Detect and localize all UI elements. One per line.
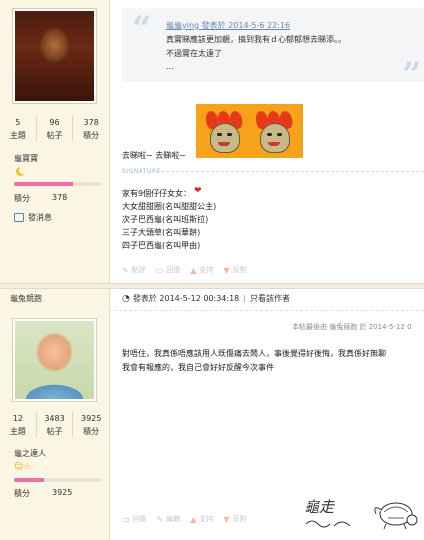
post1-user-stats: 5 主題 96 帖子 378 積分 [0,116,109,142]
view-author-only-link[interactable]: 只看該作者 [250,293,290,304]
post1-avatar[interactable] [12,8,97,104]
support-button[interactable]: ▲ 支持 [190,265,213,275]
post1-points: 積分 378 [14,193,68,203]
signature-line: 三子大頭草(名叫華餅) [122,228,201,237]
quote-line: 真實睇應該更加靚，搞到我有ｄ心郁郁想去睇添。。 [166,35,346,44]
open-quote-icon: “ [132,9,152,49]
post2-body-line: 我會有報應的，我自己會好好反醒今次事件 [122,363,274,372]
smiley-star-rank-icon: ☺☆ [14,462,32,472]
message-icon [14,213,24,222]
rate-icon: ✎ [122,265,129,275]
stat-points[interactable]: 378 積分 [72,116,109,142]
post1-username[interactable]: 龜寶寶 [14,153,38,164]
edited-note: 本帖最後由 龜兔競跑 於 2014-5-12 0 [292,323,412,331]
stat-topics[interactable]: 5 主題 [0,116,36,142]
post-time: 發表於 2014-5-12 00:34:18 [132,294,240,303]
signature-divider [156,171,424,172]
oppose-button[interactable]: ▼ 反對 [223,265,246,275]
post1-level-bar [14,182,101,186]
stat-topics[interactable]: 12 主題 [0,412,36,438]
post1-user-column: 5 主題 96 帖子 378 積分 龜寶寶 積分 378 發消息 [0,0,110,283]
signature-line: 大女甜甜圈(名叫甜甜公主) [122,202,217,211]
stat-points[interactable]: 3925 積分 [72,412,109,438]
clock-icon: ◔ [122,293,130,304]
thumbs-up-icon: ▲ [190,265,197,275]
post1-body-text: 去睇啦~ 去睇啦~ [122,151,186,160]
post2-user-column: 龜兔競跑 12 主題 3483 帖子 3925 積分 龜之達人 ☺☆ 積分 3925 [0,289,110,540]
svg-text:龜走: 龜走 [304,498,335,516]
stat-posts[interactable]: 3483 帖子 [35,412,73,438]
support-button[interactable]: ▲ 支持 [190,514,213,524]
oppose-button[interactable]: ▼ 反對 [223,514,246,524]
rate-button[interactable]: ✎ 點評 [122,265,146,275]
stat-posts[interactable]: 96 帖子 [35,116,73,142]
post2-username-top[interactable]: 龜兔競跑 [10,293,42,304]
post2-user-title: 龜之達人 [14,449,46,458]
quote-line: 不過實在太遠了 [166,49,222,58]
reply-icon: ▭ [122,514,130,524]
signature-line: 次子巴西龜(名叫班斯拉) [122,215,209,224]
reply-icon: ▭ [155,265,164,275]
post2-level-bar [14,478,101,482]
turtle-signature-drawing: 龜走 [304,498,418,530]
reply-button[interactable]: ▭ 回復 [156,265,181,275]
post2-points: 積分 3925 [14,488,73,498]
close-quote-icon: ” [402,55,422,95]
thumbs-down-icon: ▼ [223,265,230,275]
signature-line: 四子巴西龜(名叫甲由) [122,241,201,250]
quote-line: ... [166,62,174,71]
post2-avatar[interactable] [12,318,97,402]
post2-header-divider [109,310,424,311]
edit-icon: ✎ [156,514,164,524]
signature-line: 家有9個仔仔女女： [122,189,192,198]
thumbs-up-icon: ▲ [190,514,197,524]
post2-body-line: 對唔住，我真係唔應該用人既傷痛去鬧人，事後覺得好後悔，我真係好無聊 [122,349,386,358]
moon-rank-icon [16,166,27,176]
thumbs-down-icon: ▼ [223,514,230,524]
send-message-link[interactable]: 發消息 [14,212,52,223]
quote-block: “ 龜龜ying 發表於 2014-5-6 22:16 真實睇應該更加靚，搞到我… [122,8,424,92]
quote-header[interactable]: 龜龜ying 發表於 2014-5-6 22:16 [166,20,290,31]
post1-action-bar: ✎ 點評 ▭ 回復 ▲ 支持 ▼ 反對 [122,265,424,275]
post2-user-stats: 12 主題 3483 帖子 3925 積分 [0,412,109,438]
edit-button[interactable]: ✎ 編輯 [157,514,181,524]
burning-turtle-emoji-image [196,104,303,158]
post2-meta: ◔ 發表於 2014-5-12 00:34:18 | 只看該作者 [122,293,290,304]
lips-icon: ❤ [194,186,202,196]
reply-button[interactable]: ▭ 回復 [122,514,147,524]
